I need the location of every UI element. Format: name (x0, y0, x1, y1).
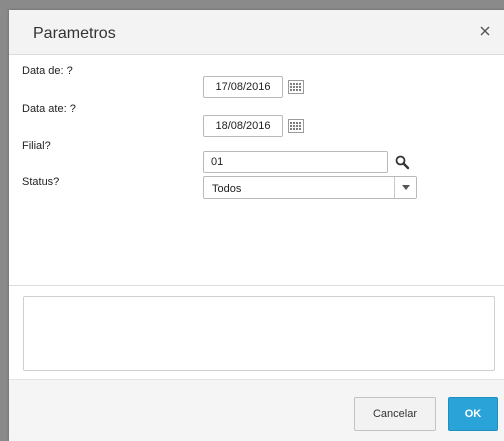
dialog-title: Parametros (33, 25, 116, 42)
dialog-title-bar: Parametros (9, 10, 504, 55)
status-selected-value: Todos (212, 183, 242, 195)
status-label: Status? (22, 176, 60, 188)
data-ate-label: Data ate: ? (22, 103, 76, 115)
ok-button[interactable]: OK (448, 397, 498, 431)
parameters-form: Data de: ? Data ate: ? (9, 55, 504, 295)
status-select[interactable]: Todos (203, 176, 417, 199)
calendar-icon[interactable] (288, 80, 304, 99)
dialog-footer: Cancelar OK (9, 379, 504, 441)
section-divider (9, 285, 504, 286)
close-icon[interactable] (476, 22, 494, 40)
filial-input[interactable] (203, 151, 388, 173)
status-dropdown-toggle[interactable] (394, 177, 416, 198)
data-de-label: Data de: ? (22, 65, 73, 77)
parametros-dialog: Parametros Data de: ? Data ate: ? (9, 10, 504, 441)
filial-label: Filial? (22, 140, 51, 152)
calendar-icon[interactable] (288, 119, 304, 138)
cancel-button[interactable]: Cancelar (354, 397, 436, 431)
data-ate-input[interactable] (203, 115, 283, 137)
chevron-down-icon (402, 185, 410, 190)
notes-textarea[interactable] (23, 296, 495, 371)
data-de-input[interactable] (203, 76, 283, 98)
search-icon[interactable] (394, 154, 410, 175)
